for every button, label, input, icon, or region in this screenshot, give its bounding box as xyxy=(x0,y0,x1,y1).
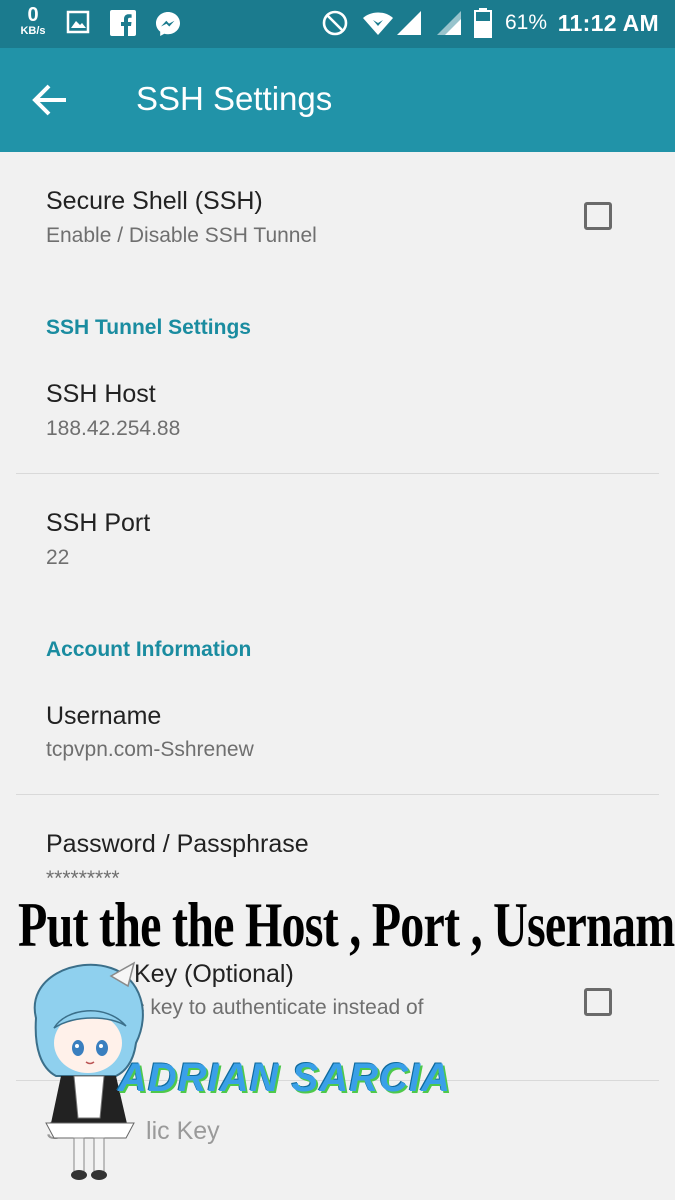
arrow-back-icon xyxy=(32,84,66,116)
ssh-toggle-title: Secure Shell (SSH) xyxy=(46,187,263,215)
category-account-information: Account Information xyxy=(46,638,252,661)
ssh-toggle-summary: Enable / Disable SSH Tunnel xyxy=(46,224,317,247)
ssh-checkbox[interactable] xyxy=(584,202,612,230)
status-bar: 0 KB/s 61% 11:12 AM xyxy=(0,0,675,48)
wifi-icon xyxy=(362,10,394,41)
password-title: Password / Passphrase xyxy=(46,830,309,858)
watermark-text: ADRIAN SARCIA xyxy=(118,1056,451,1100)
messenger-icon xyxy=(154,10,182,43)
network-speed-value: 0 xyxy=(27,4,39,26)
app-toolbar: SSH Settings xyxy=(0,48,675,152)
ssh-toggle-row[interactable]: Secure Shell (SSH) Enable / Disable SSH … xyxy=(0,152,675,262)
username-row[interactable]: Username tcpvpn.com-Sshrenew xyxy=(0,682,675,794)
page-title: SSH Settings xyxy=(136,80,333,117)
public-key-summary: c key to authenticate instead of xyxy=(134,996,424,1019)
network-speed-unit: KB/s xyxy=(20,25,46,37)
username-title: Username xyxy=(46,702,162,730)
ssh-port-row[interactable]: SSH Port 22 xyxy=(0,474,675,594)
category-ssh-tunnel-settings: SSH Tunnel Settings xyxy=(46,316,251,339)
gallery-icon xyxy=(66,10,90,39)
overlay-caption: Put the the Host , Port , Username xyxy=(18,889,675,960)
username-value: tcpvpn.com-Sshrenew xyxy=(46,738,254,761)
do-not-disturb-icon xyxy=(322,10,348,41)
ssh-host-row[interactable]: SSH Host 188.42.254.88 xyxy=(0,360,675,472)
ssh-host-value: 188.42.254.88 xyxy=(46,417,181,440)
signal-icon xyxy=(396,10,422,41)
ssh-host-title: SSH Host xyxy=(46,380,156,408)
battery-percent: 61% xyxy=(505,11,548,34)
signal-icon xyxy=(436,10,462,41)
clock: 11:12 AM xyxy=(557,10,659,36)
ssh-port-value: 22 xyxy=(46,546,70,569)
ssh-port-title: SSH Port xyxy=(46,509,151,537)
battery-icon xyxy=(474,8,492,43)
network-speed: 0 KB/s xyxy=(16,5,50,37)
public-key-checkbox[interactable] xyxy=(584,988,612,1016)
facebook-icon xyxy=(110,10,136,41)
back-button[interactable] xyxy=(30,82,70,118)
